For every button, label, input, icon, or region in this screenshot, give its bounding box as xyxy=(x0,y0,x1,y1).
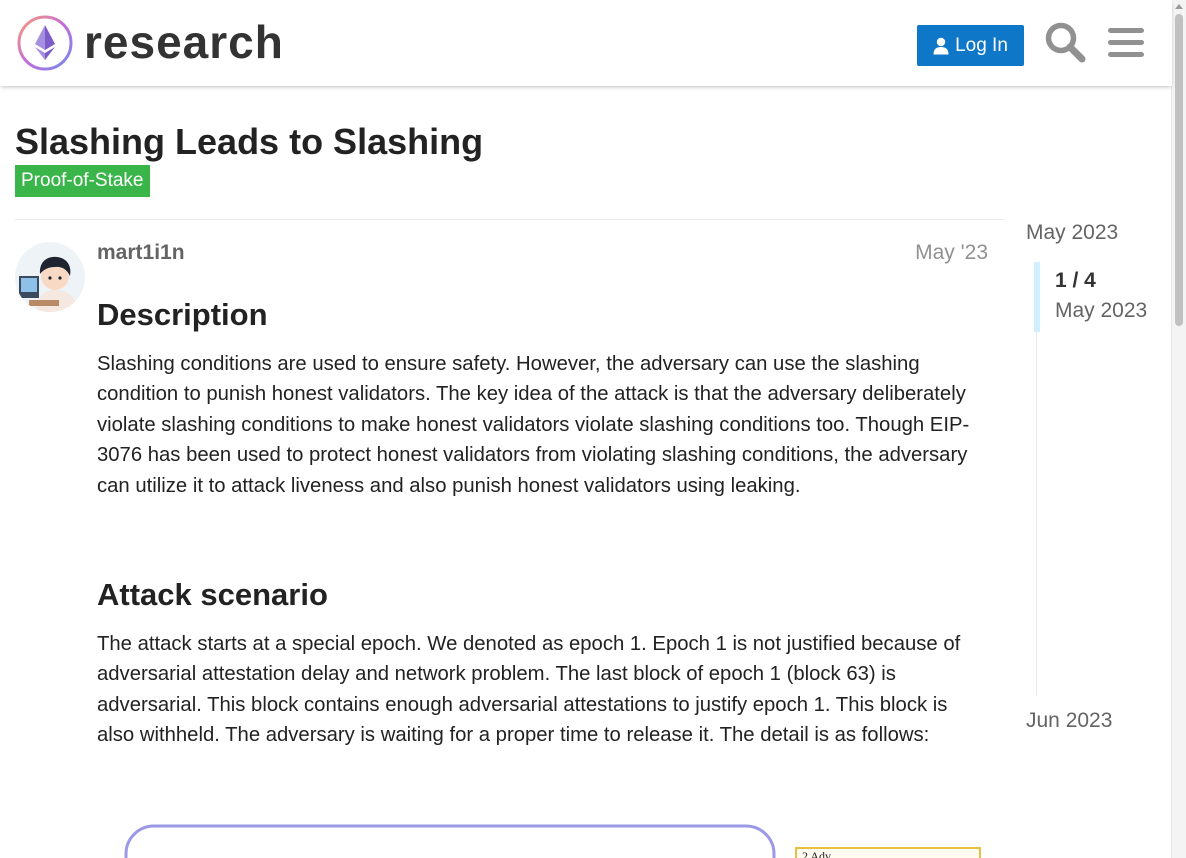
hamburger-menu-icon[interactable] xyxy=(1104,20,1148,64)
site-logo-text[interactable]: research xyxy=(84,14,284,70)
timeline-current-date: May 2023 xyxy=(1055,299,1148,322)
timeline-end-date[interactable]: Jun 2023 xyxy=(1026,708,1112,734)
timeline-start-date[interactable]: May 2023 xyxy=(1026,220,1118,246)
search-icon[interactable] xyxy=(1043,20,1087,64)
topic-title[interactable]: Slashing Leads to Slashing xyxy=(15,118,483,166)
attack-diagram-image[interactable]: 2 Adv. xyxy=(120,818,986,858)
paragraph-attack-scenario: The attack starts at a special epoch. We… xyxy=(97,633,961,747)
scrollbar-thumb[interactable] xyxy=(1175,14,1183,326)
diagram-caption: 2 Adv. xyxy=(802,849,833,858)
paragraph-description: Slashing conditions are used to ensure s… xyxy=(97,353,970,497)
post-divider xyxy=(15,219,1004,220)
page-scrollbar[interactable] xyxy=(1171,0,1186,858)
heading-description: Description xyxy=(97,297,268,332)
login-button[interactable]: Log In xyxy=(917,25,1024,66)
category-badge[interactable]: Proof-of-Stake xyxy=(15,165,150,197)
topic-timeline: May 2023 1 / 4 May 2023 Jun 2023 xyxy=(1026,220,1166,740)
post-author-username[interactable]: mart1i1n xyxy=(97,240,185,266)
timeline-scroll-handle[interactable] xyxy=(1034,262,1040,332)
post-date[interactable]: May '23 xyxy=(915,240,988,266)
scroll-up-arrow-icon[interactable] xyxy=(1175,4,1183,9)
ethereum-research-logo-icon[interactable] xyxy=(16,14,74,72)
timeline-post-position: 1 / 4 xyxy=(1055,269,1096,292)
login-button-label: Log In xyxy=(955,34,1008,56)
avatar[interactable] xyxy=(15,242,85,312)
user-avatar-illustration xyxy=(15,242,85,312)
user-icon xyxy=(933,37,949,54)
site-header: research Log In xyxy=(0,0,1172,86)
heading-attack-scenario: Attack scenario xyxy=(97,577,328,612)
